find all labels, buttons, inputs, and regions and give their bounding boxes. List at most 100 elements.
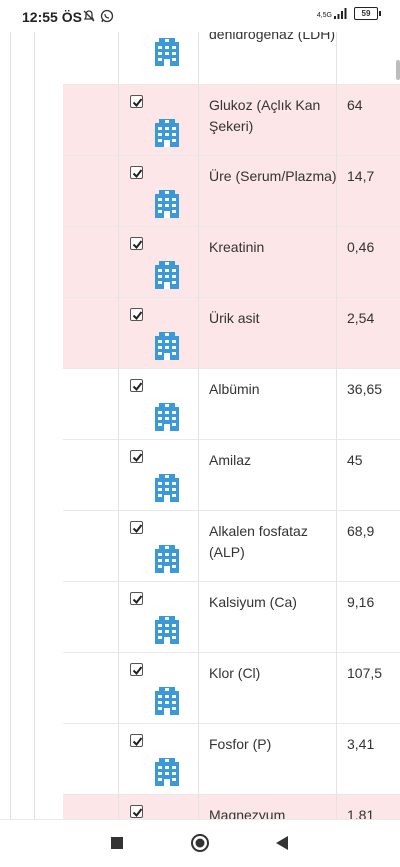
test-name: Albümin [209, 381, 260, 397]
test-value: 9,16 [347, 594, 375, 610]
column-divider [198, 369, 199, 439]
table-row: Kreatinin 0,46 [63, 227, 400, 298]
column-divider [118, 724, 119, 794]
select-checkbox[interactable] [130, 805, 143, 818]
hospital-building-icon[interactable] [153, 259, 181, 289]
test-name: Fosfor (P) [209, 736, 272, 752]
triangle-back-icon [276, 836, 288, 850]
select-checkbox[interactable] [130, 379, 143, 392]
column-divider [198, 85, 199, 155]
left-border [10, 32, 11, 819]
square-icon [111, 837, 123, 849]
back-button[interactable] [271, 832, 293, 854]
battery-icon: 59 [354, 7, 381, 20]
test-value: 107,5 [347, 665, 383, 681]
column-divider [198, 724, 199, 794]
test-name: Magnezyum [209, 807, 286, 819]
recents-button[interactable] [106, 832, 128, 854]
test-value: 68,9 [347, 523, 375, 539]
test-value: 3,41 [347, 736, 375, 752]
status-notification-icons [82, 9, 114, 23]
alarm-off-icon [83, 10, 95, 22]
column-divider [118, 156, 119, 226]
test-name: Kreatinin [209, 239, 265, 255]
test-value: 14,7 [347, 168, 375, 184]
column-divider [118, 32, 119, 84]
column-divider [198, 156, 199, 226]
column-divider [118, 795, 119, 819]
test-name: Klor (Cl) [209, 665, 261, 681]
scrollbar[interactable] [396, 60, 400, 80]
test-name: Üre (Serum/Plazma) [209, 168, 337, 184]
column-divider [198, 298, 199, 368]
select-checkbox[interactable] [130, 166, 143, 179]
select-checkbox[interactable] [130, 663, 143, 676]
status-right: 4,5G 59 [317, 7, 381, 20]
test-name: dehidrogenaz (LDH) [209, 32, 336, 42]
network-type: 4,5G [316, 12, 332, 19]
table-row: Fosfor (P) 3,41 [63, 724, 400, 795]
signal-icon [334, 8, 347, 19]
hospital-building-icon[interactable] [153, 685, 181, 715]
table-row: Klor (Cl) 107,5 [63, 653, 400, 724]
hospital-building-icon[interactable] [153, 188, 181, 218]
results-panel[interactable]: dehidrogenaz (LDH) Glukoz (Açlık Kan Şeke… [0, 32, 400, 819]
table-row: Albümin 36,65 [63, 369, 400, 440]
column-divider [118, 440, 119, 510]
hospital-building-icon[interactable] [153, 330, 181, 360]
hospital-building-icon[interactable] [153, 401, 181, 431]
column-divider [198, 653, 199, 723]
column-divider [198, 32, 199, 84]
test-name: Glukoz (Açlık Kan Şekeri) [209, 97, 321, 134]
circle-icon [191, 834, 209, 852]
test-value: 45 [347, 452, 363, 468]
select-checkbox[interactable] [130, 521, 143, 534]
select-checkbox[interactable] [130, 237, 143, 250]
select-checkbox[interactable] [130, 592, 143, 605]
network-indicator: 4,5G [317, 8, 348, 19]
table-row: Üre (Serum/Plazma) 14,7 [63, 156, 400, 227]
column-divider [198, 511, 199, 581]
column-divider [198, 795, 199, 819]
hospital-building-icon[interactable] [153, 756, 181, 786]
column-divider [118, 369, 119, 439]
hospital-building-icon[interactable] [153, 117, 181, 147]
select-checkbox[interactable] [130, 95, 143, 108]
table-row: Alkalen fosfataz (ALP) 68,9 [63, 511, 400, 582]
column-divider [118, 227, 119, 297]
column-divider [198, 582, 199, 652]
test-value: 64 [347, 97, 363, 113]
test-value: 36,65 [347, 381, 383, 397]
table-row: Kalsiyum (Ca) 9,16 [63, 582, 400, 653]
table-row: Magnezyum 1,81 [63, 795, 400, 819]
column-divider [118, 85, 119, 155]
select-checkbox[interactable] [130, 308, 143, 321]
home-button[interactable] [189, 832, 211, 854]
navigation-bar [0, 819, 400, 867]
select-checkbox[interactable] [130, 734, 143, 747]
hospital-building-icon[interactable] [153, 543, 181, 573]
hospital-building-icon[interactable] [153, 614, 181, 644]
test-value: 2,54 [347, 310, 375, 326]
test-value: 1,81 [347, 807, 375, 819]
hospital-building-icon[interactable] [153, 472, 181, 502]
test-value: 0,46 [347, 239, 375, 255]
column-divider [198, 227, 199, 297]
status-bar: 12:55 ÖS 4,5G 59 [0, 0, 400, 32]
lab-results-table: dehidrogenaz (LDH) Glukoz (Açlık Kan Şeke… [63, 32, 400, 819]
hospital-building-icon[interactable] [153, 36, 181, 66]
column-divider [118, 511, 119, 581]
column-divider [198, 440, 199, 510]
test-name: Ürik asit [209, 310, 260, 326]
whatsapp-icon [100, 9, 114, 23]
table-row: Ürik asit 2,54 [63, 298, 400, 369]
table-row: dehidrogenaz (LDH) [63, 32, 400, 85]
column-divider [118, 653, 119, 723]
status-time: 12:55 ÖS [22, 9, 82, 25]
test-name: Alkalen fosfataz (ALP) [209, 523, 308, 560]
column-divider [118, 298, 119, 368]
test-name: Kalsiyum (Ca) [209, 594, 297, 610]
table-row: Glukoz (Açlık Kan Şekeri) 64 [63, 85, 400, 156]
select-checkbox[interactable] [130, 450, 143, 463]
indent-line [34, 32, 35, 819]
